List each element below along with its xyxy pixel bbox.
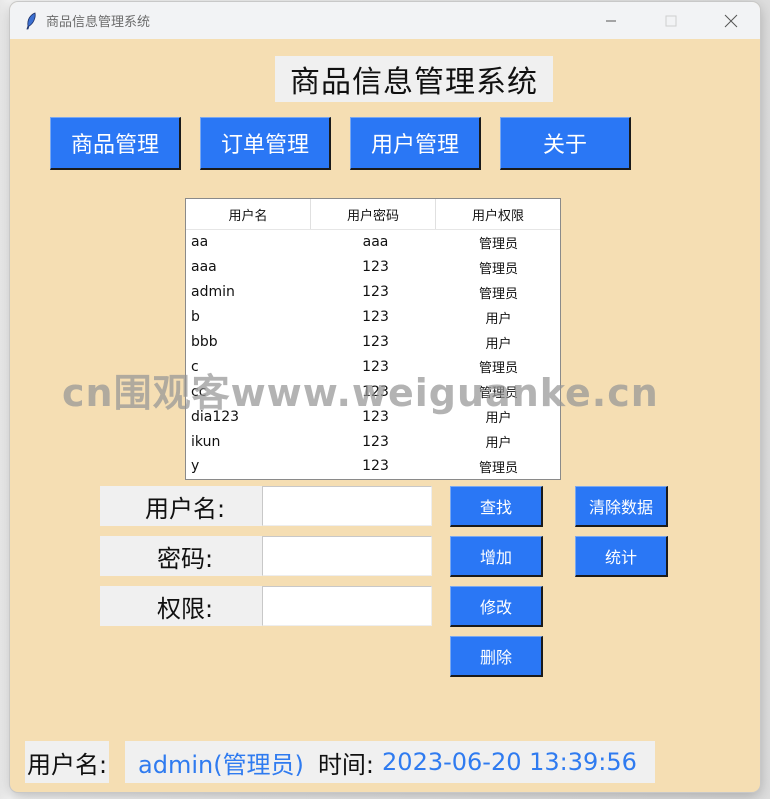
cell-password: 123 — [362, 383, 389, 400]
nav-button-users[interactable]: 用户管理 — [350, 117, 481, 170]
table-row[interactable]: c 123 管理员 — [186, 354, 560, 379]
table-row[interactable]: b 123 用户 — [186, 305, 560, 330]
cell-permission: 管理员 — [478, 236, 518, 252]
cell-username: y — [191, 458, 200, 475]
minimize-icon — [606, 20, 616, 21]
cell-password: 123 — [362, 458, 389, 475]
status-time-value: 2023-06-20 13:39:56 — [382, 748, 637, 776]
app-title: 商品信息管理系统 — [275, 56, 553, 102]
cell-permission: 用户 — [485, 311, 512, 327]
cell-permission: 管理员 — [478, 460, 518, 476]
username-input[interactable] — [262, 486, 432, 526]
nav-button-orders[interactable]: 订单管理 — [200, 117, 331, 170]
status-user-label: 用户名: — [25, 741, 110, 783]
add-button[interactable]: 增加 — [450, 536, 543, 577]
cell-permission: 用户 — [485, 336, 512, 352]
cell-username: bbb — [191, 334, 218, 350]
table-row[interactable]: cc 123 管理员 — [186, 379, 560, 404]
cell-password: aaa — [362, 234, 389, 251]
table-row[interactable]: admin 123 管理员 — [186, 280, 560, 305]
cell-permission: 用户 — [485, 411, 512, 427]
table-row[interactable]: bbb 123 用户 — [186, 330, 560, 355]
cell-username: c — [191, 358, 199, 375]
status-time-label: 时间: — [317, 750, 375, 779]
cell-password: 123 — [362, 259, 389, 276]
cell-password: 123 — [362, 358, 389, 375]
close-icon — [724, 14, 738, 27]
search-button[interactable]: 查找 — [450, 486, 543, 527]
cell-username: admin — [191, 284, 235, 301]
username-label: 用户名: — [100, 486, 270, 526]
cell-password: 123 — [362, 334, 389, 350]
title-bar[interactable]: 商品信息管理系统 — [10, 2, 760, 39]
nav-button-about[interactable]: 关于 — [500, 117, 631, 170]
app-window: 商品信息管理系统 商品信息管理系统 商品管理 订单管理 用户管理 关于 用户名 … — [10, 2, 760, 792]
user-table[interactable]: 用户名 用户密码 用户权限 aa aaa 管理员 aaa 123 管理员 admin 123 管… — [185, 198, 561, 480]
minimize-button[interactable] — [582, 2, 640, 39]
permission-label: 权限: — [100, 586, 270, 626]
cell-permission: 管理员 — [478, 361, 518, 377]
column-header-password[interactable]: 用户密码 — [311, 199, 436, 229]
statistics-button[interactable]: 统计 — [575, 536, 668, 577]
cell-password: 123 — [362, 408, 389, 425]
column-header-username[interactable]: 用户名 — [186, 199, 311, 229]
cell-username: dia123 — [191, 408, 240, 425]
cell-permission: 用户 — [485, 436, 512, 452]
cell-permission: 管理员 — [478, 286, 518, 302]
password-input[interactable] — [262, 536, 432, 576]
cell-username: aaa — [191, 259, 217, 276]
delete-button[interactable]: 删除 — [450, 636, 543, 677]
modify-button[interactable]: 修改 — [450, 586, 543, 627]
cell-permission: 管理员 — [478, 261, 518, 277]
cell-username: ikun — [191, 433, 221, 450]
cell-password: 123 — [362, 433, 389, 450]
table-row[interactable]: aaa 123 管理员 — [186, 255, 560, 280]
nav-button-products[interactable]: 商品管理 — [50, 117, 181, 170]
password-label: 密码: — [100, 536, 270, 576]
cell-username: b — [191, 309, 200, 326]
status-user-value: admin(管理员) — [138, 750, 304, 779]
maximize-icon — [665, 15, 677, 26]
clear-data-button[interactable]: 清除数据 — [575, 486, 668, 527]
table-row[interactable]: y 123 管理员 — [186, 454, 560, 479]
maximize-button[interactable] — [642, 2, 700, 39]
status-bar: admin(管理员) 时间: 2023-06-20 13:39:56 — [125, 741, 655, 783]
permission-input[interactable] — [262, 586, 432, 626]
table-row[interactable]: ikun 123 用户 — [186, 429, 560, 454]
column-header-permission[interactable]: 用户权限 — [436, 199, 560, 229]
cell-username: aa — [191, 234, 209, 251]
window-title: 商品信息管理系统 — [46, 15, 151, 30]
cell-username: cc — [191, 383, 207, 400]
table-header: 用户名 用户密码 用户权限 — [186, 199, 560, 230]
cell-password: 123 — [362, 309, 389, 326]
table-row[interactable]: aa aaa 管理员 — [186, 230, 560, 255]
table-body: aa aaa 管理员 aaa 123 管理员 admin 123 管理员 b 123 用户 bbb 123… — [186, 230, 560, 479]
cell-password: 123 — [362, 284, 389, 301]
feather-icon — [26, 11, 36, 29]
cell-permission: 管理员 — [478, 386, 518, 402]
table-row[interactable]: dia123 123 用户 — [186, 404, 560, 429]
close-button[interactable] — [702, 2, 760, 39]
